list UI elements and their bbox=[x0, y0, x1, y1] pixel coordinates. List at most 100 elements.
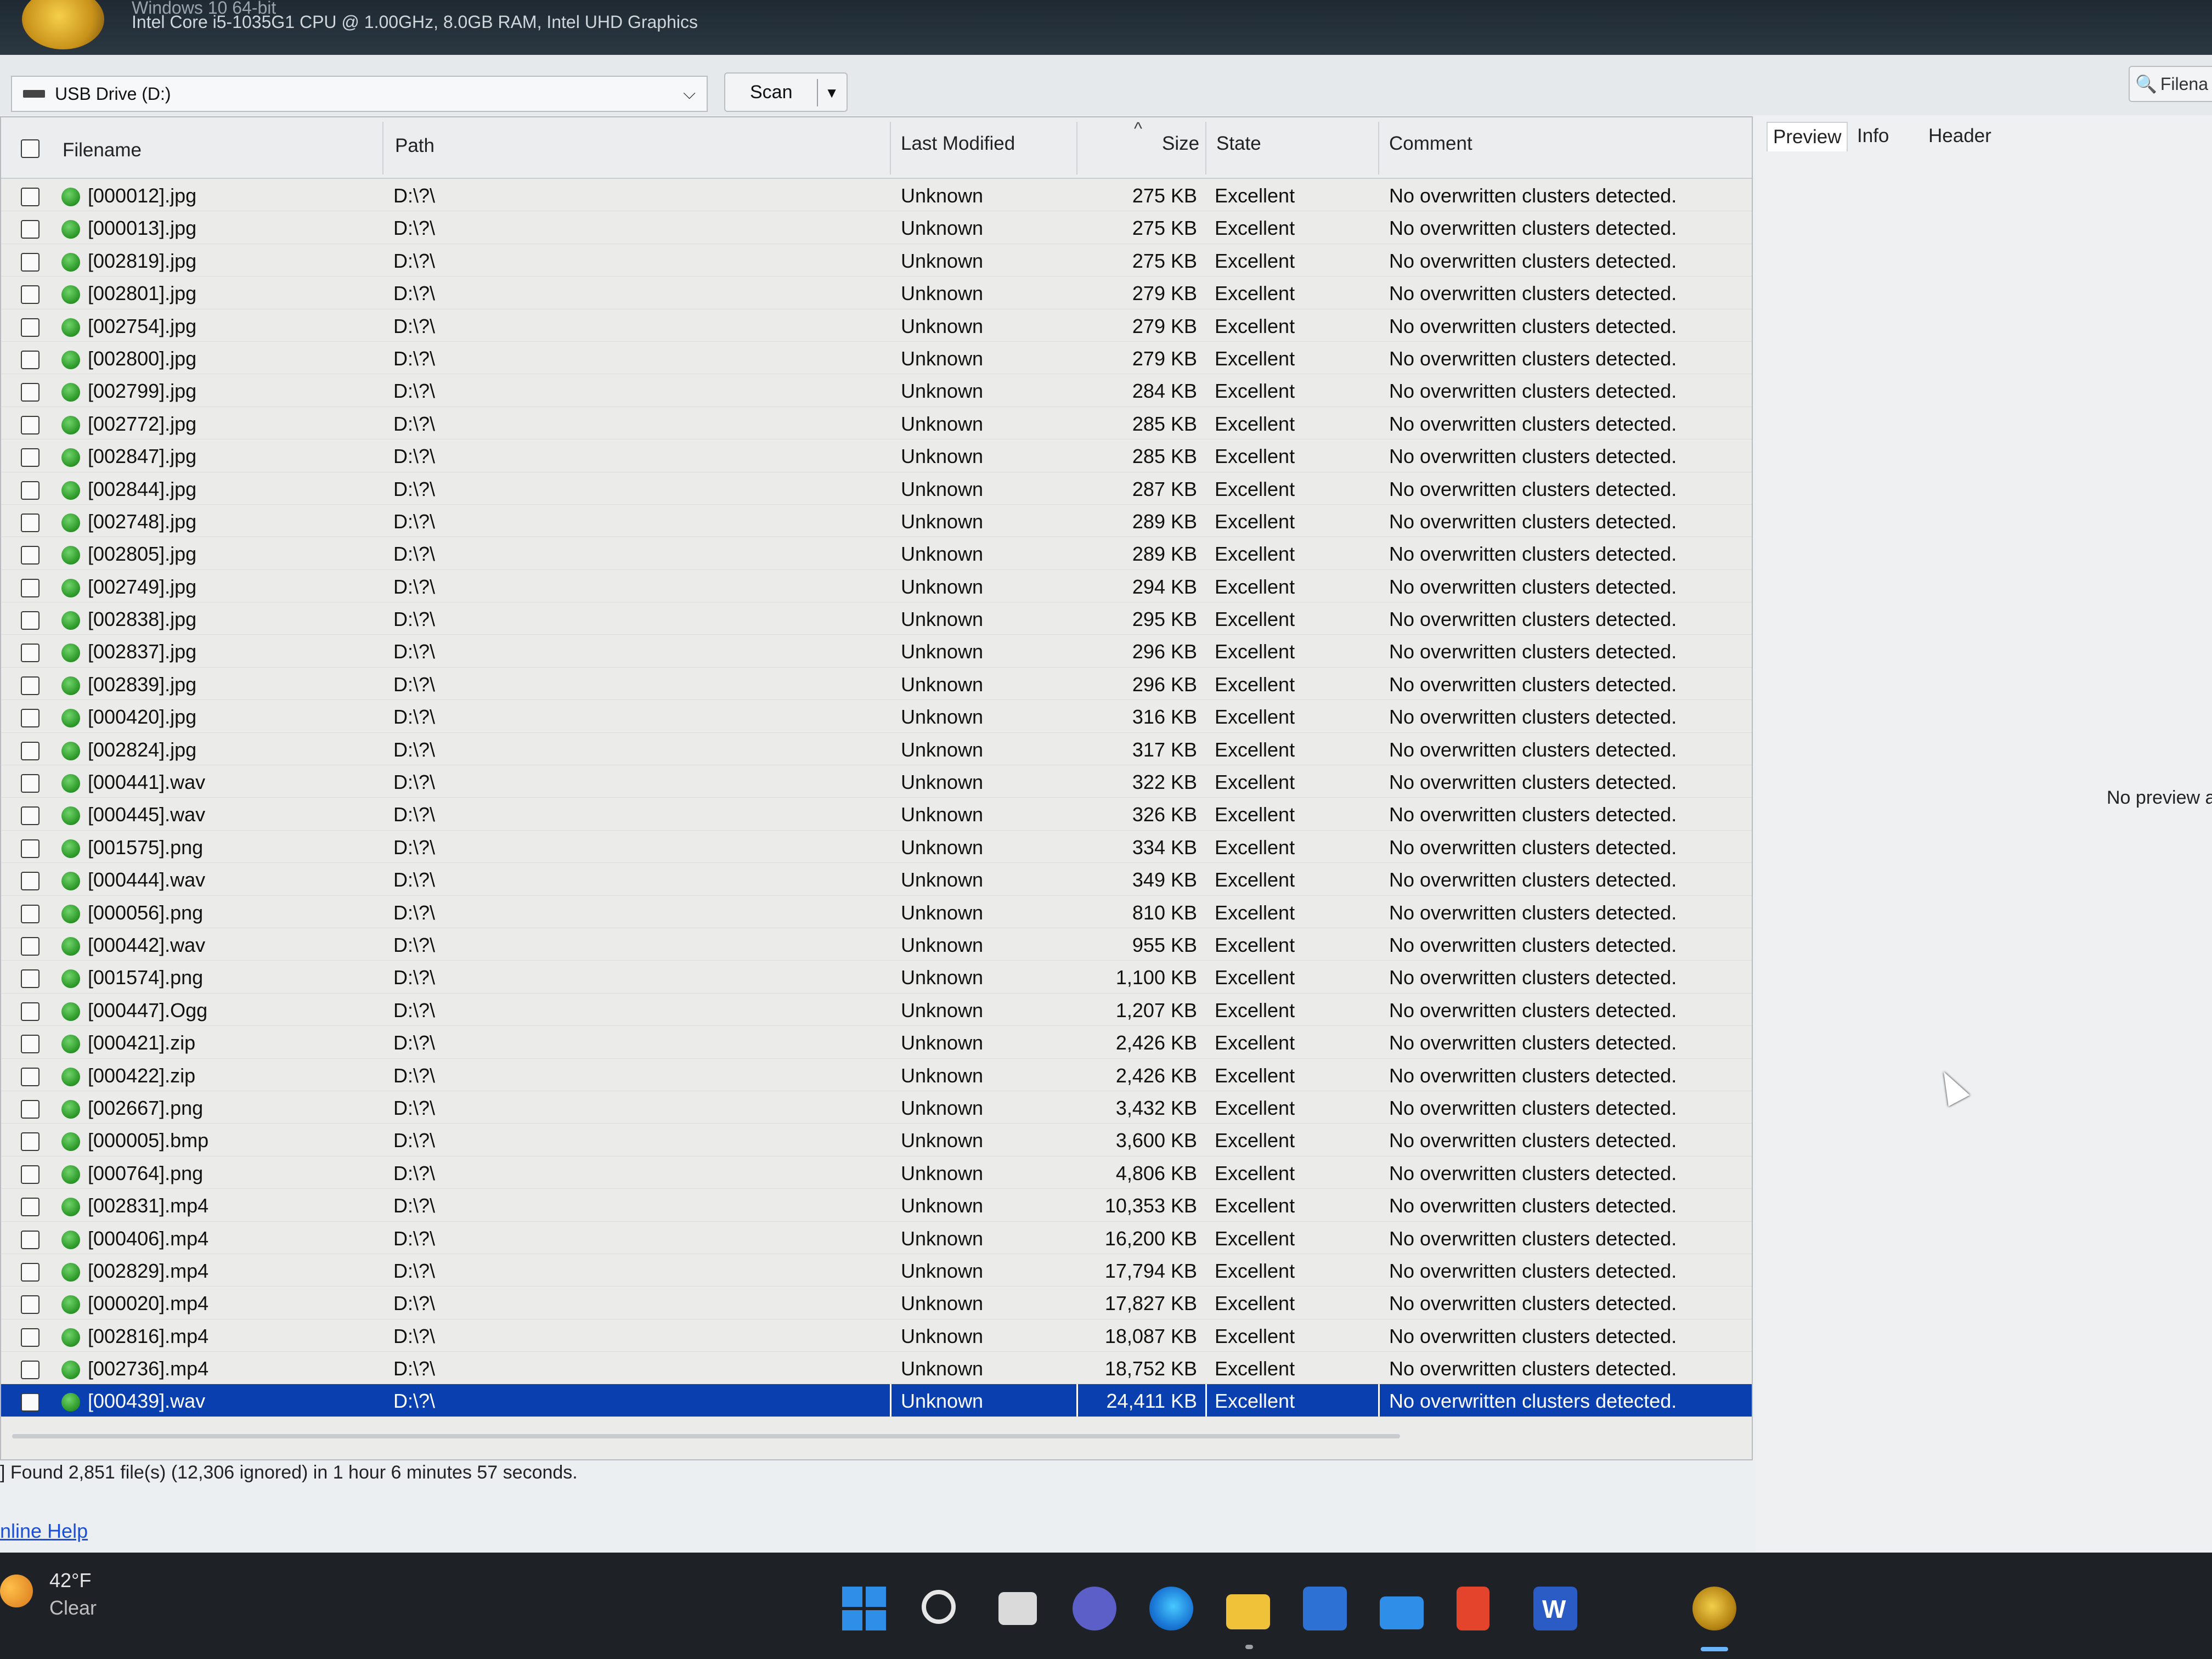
row-checkbox[interactable] bbox=[21, 676, 40, 695]
scan-button[interactable]: Scan ▼ bbox=[724, 72, 848, 112]
table-row[interactable]: [002801].jpg D:\?\ Unknown 279 KB Excellent N… bbox=[1, 276, 1752, 309]
row-checkbox[interactable] bbox=[21, 936, 40, 956]
table-row[interactable]: [002816].mp4 D:\?\ Unknown 18,087 KB Excelle… bbox=[1, 1319, 1752, 1352]
microsoft-store-icon[interactable] bbox=[1303, 1587, 1347, 1630]
search-icon[interactable] bbox=[922, 1590, 956, 1624]
table-row[interactable]: [000420].jpg D:\?\ Unknown 316 KB Excellent N… bbox=[1, 700, 1752, 733]
table-row[interactable]: [002837].jpg D:\?\ Unknown 296 KB Excellent N… bbox=[1, 635, 1752, 668]
column-resize-handle[interactable] bbox=[890, 122, 891, 174]
weather-condition[interactable]: Clear bbox=[49, 1596, 97, 1620]
tab-info[interactable]: Info bbox=[1852, 122, 1894, 150]
table-row[interactable]: [002748].jpg D:\?\ Unknown 289 KB Excellent N… bbox=[1, 505, 1752, 538]
table-row[interactable]: [000421].zip D:\?\ Unknown 2,426 KB Excellen… bbox=[1, 1026, 1752, 1059]
word-icon[interactable]: W bbox=[1533, 1587, 1577, 1630]
table-row[interactable]: [000012].jpg D:\?\ Unknown 275 KB Excellent N… bbox=[1, 179, 1752, 212]
table-row[interactable]: [001575].png D:\?\ Unknown 334 KB Excellent N… bbox=[1, 831, 1752, 864]
table-row[interactable]: [002667].png D:\?\ Unknown 3,432 KB Excellen… bbox=[1, 1091, 1752, 1124]
row-checkbox[interactable] bbox=[21, 1230, 40, 1249]
row-checkbox[interactable] bbox=[21, 415, 40, 435]
table-row[interactable]: [000439].wav D:\?\ Unknown 24,411 KB Excelle… bbox=[1, 1384, 1752, 1417]
table-row[interactable]: [002824].jpg D:\?\ Unknown 317 KB Excellent N… bbox=[1, 733, 1752, 766]
table-row[interactable]: [002838].jpg D:\?\ Unknown 295 KB Excellent N… bbox=[1, 602, 1752, 635]
row-checkbox[interactable] bbox=[21, 578, 40, 597]
teams-chat-icon[interactable] bbox=[1073, 1587, 1116, 1630]
row-checkbox[interactable] bbox=[21, 318, 40, 337]
row-checkbox[interactable] bbox=[21, 220, 40, 239]
table-row[interactable]: [002805].jpg D:\?\ Unknown 289 KB Excellent N… bbox=[1, 537, 1752, 570]
table-row[interactable]: [000056].png D:\?\ Unknown 810 KB Excellent N… bbox=[1, 896, 1752, 928]
row-checkbox[interactable] bbox=[21, 1393, 40, 1412]
table-row[interactable]: [002754].jpg D:\?\ Unknown 279 KB Excellent N… bbox=[1, 309, 1752, 342]
windows-start-icon[interactable] bbox=[842, 1587, 886, 1630]
horizontal-scrollbar[interactable] bbox=[12, 1434, 1400, 1438]
row-checkbox[interactable] bbox=[21, 1328, 40, 1347]
weather-temperature[interactable]: 42°F bbox=[49, 1569, 91, 1592]
column-resize-handle[interactable] bbox=[382, 122, 383, 174]
table-row[interactable]: [002800].jpg D:\?\ Unknown 279 KB Excellent N… bbox=[1, 342, 1752, 375]
row-checkbox[interactable] bbox=[21, 1035, 40, 1054]
table-row[interactable]: [000444].wav D:\?\ Unknown 349 KB Excellent N… bbox=[1, 863, 1752, 896]
row-checkbox[interactable] bbox=[21, 1165, 40, 1184]
table-row[interactable]: [000447].Ogg D:\?\ Unknown 1,207 KB Excellen… bbox=[1, 994, 1752, 1026]
recuva-app-icon[interactable] bbox=[1692, 1587, 1736, 1630]
row-checkbox[interactable] bbox=[21, 1002, 40, 1021]
table-row[interactable]: [000422].zip D:\?\ Unknown 2,426 KB Excellen… bbox=[1, 1059, 1752, 1091]
select-all-checkbox[interactable] bbox=[21, 139, 40, 158]
row-checkbox[interactable] bbox=[21, 644, 40, 663]
row-checkbox[interactable] bbox=[21, 350, 40, 369]
table-row[interactable]: [002736].mp4 D:\?\ Unknown 18,752 KB Excelle… bbox=[1, 1352, 1752, 1385]
row-checkbox[interactable] bbox=[21, 448, 40, 467]
row-checkbox[interactable] bbox=[21, 806, 40, 826]
row-checkbox[interactable] bbox=[21, 1198, 40, 1217]
row-checkbox[interactable] bbox=[21, 1361, 40, 1380]
table-row[interactable]: [002829].mp4 D:\?\ Unknown 17,794 KB Excelle… bbox=[1, 1254, 1752, 1287]
tab-preview[interactable]: Preview bbox=[1767, 122, 1848, 151]
table-row[interactable]: [000020].mp4 D:\?\ Unknown 17,827 KB Excelle… bbox=[1, 1286, 1752, 1319]
table-row[interactable]: [002839].jpg D:\?\ Unknown 296 KB Excellent N… bbox=[1, 668, 1752, 701]
column-header-comment[interactable]: Comment bbox=[1389, 133, 1472, 155]
row-checkbox[interactable] bbox=[21, 188, 40, 206]
row-checkbox[interactable] bbox=[21, 741, 40, 760]
column-header-last-modified[interactable]: Last Modified bbox=[901, 133, 1015, 155]
column-resize-handle[interactable] bbox=[1378, 122, 1379, 174]
table-row[interactable]: [000441].wav D:\?\ Unknown 322 KB Excellent N… bbox=[1, 765, 1752, 798]
weather-moon-icon[interactable] bbox=[0, 1575, 33, 1607]
row-checkbox[interactable] bbox=[21, 969, 40, 989]
table-row[interactable]: [000005].bmp D:\?\ Unknown 3,600 KB Excellen… bbox=[1, 1124, 1752, 1156]
row-checkbox[interactable] bbox=[21, 546, 40, 565]
table-row[interactable]: [000013].jpg D:\?\ Unknown 275 KB Excellent N… bbox=[1, 211, 1752, 244]
row-checkbox[interactable] bbox=[21, 513, 40, 532]
row-checkbox[interactable] bbox=[21, 383, 40, 402]
row-checkbox[interactable] bbox=[21, 481, 40, 500]
table-row[interactable]: [002831].mp4 D:\?\ Unknown 10,353 KB Excelle… bbox=[1, 1189, 1752, 1222]
column-header-state[interactable]: State bbox=[1216, 133, 1261, 155]
column-resize-handle[interactable] bbox=[1076, 122, 1077, 174]
column-resize-handle[interactable] bbox=[1205, 122, 1206, 174]
filename-search-button[interactable]: 🔍 Filena bbox=[2129, 66, 2212, 102]
table-row[interactable]: [000764].png D:\?\ Unknown 4,806 KB Excellen… bbox=[1, 1156, 1752, 1189]
row-checkbox[interactable] bbox=[21, 285, 40, 304]
table-row[interactable]: [001574].png D:\?\ Unknown 1,100 KB Excellen… bbox=[1, 961, 1752, 994]
row-checkbox[interactable] bbox=[21, 709, 40, 728]
table-row[interactable]: [002772].jpg D:\?\ Unknown 285 KB Excellent N… bbox=[1, 407, 1752, 440]
drive-dropdown[interactable]: USB Drive (D:) ⌵ bbox=[11, 76, 708, 112]
column-header-filename[interactable]: Filename bbox=[63, 139, 142, 161]
table-row[interactable]: [002749].jpg D:\?\ Unknown 294 KB Excellent N… bbox=[1, 570, 1752, 603]
table-row[interactable]: [002819].jpg D:\?\ Unknown 275 KB Excellent N… bbox=[1, 244, 1752, 277]
table-row[interactable]: [002844].jpg D:\?\ Unknown 287 KB Excellent N… bbox=[1, 472, 1752, 505]
row-checkbox[interactable] bbox=[21, 1132, 40, 1152]
table-row[interactable]: [000445].wav D:\?\ Unknown 326 KB Excellent N… bbox=[1, 798, 1752, 831]
edge-browser-icon[interactable] bbox=[1149, 1587, 1193, 1630]
column-header-size[interactable]: Size bbox=[1162, 133, 1199, 155]
column-header-path[interactable]: Path bbox=[395, 135, 435, 157]
mail-icon[interactable] bbox=[1380, 1596, 1424, 1629]
row-checkbox[interactable] bbox=[21, 1262, 40, 1282]
table-row[interactable]: [002799].jpg D:\?\ Unknown 284 KB Excellent N… bbox=[1, 374, 1752, 407]
row-checkbox[interactable] bbox=[21, 872, 40, 891]
table-row[interactable]: [000442].wav D:\?\ Unknown 955 KB Excellent N… bbox=[1, 928, 1752, 961]
scan-options-dropdown-icon[interactable]: ▼ bbox=[825, 84, 839, 101]
row-checkbox[interactable] bbox=[21, 1295, 40, 1314]
row-checkbox[interactable] bbox=[21, 611, 40, 630]
task-view-icon[interactable] bbox=[998, 1592, 1037, 1625]
row-checkbox[interactable] bbox=[21, 1099, 40, 1119]
